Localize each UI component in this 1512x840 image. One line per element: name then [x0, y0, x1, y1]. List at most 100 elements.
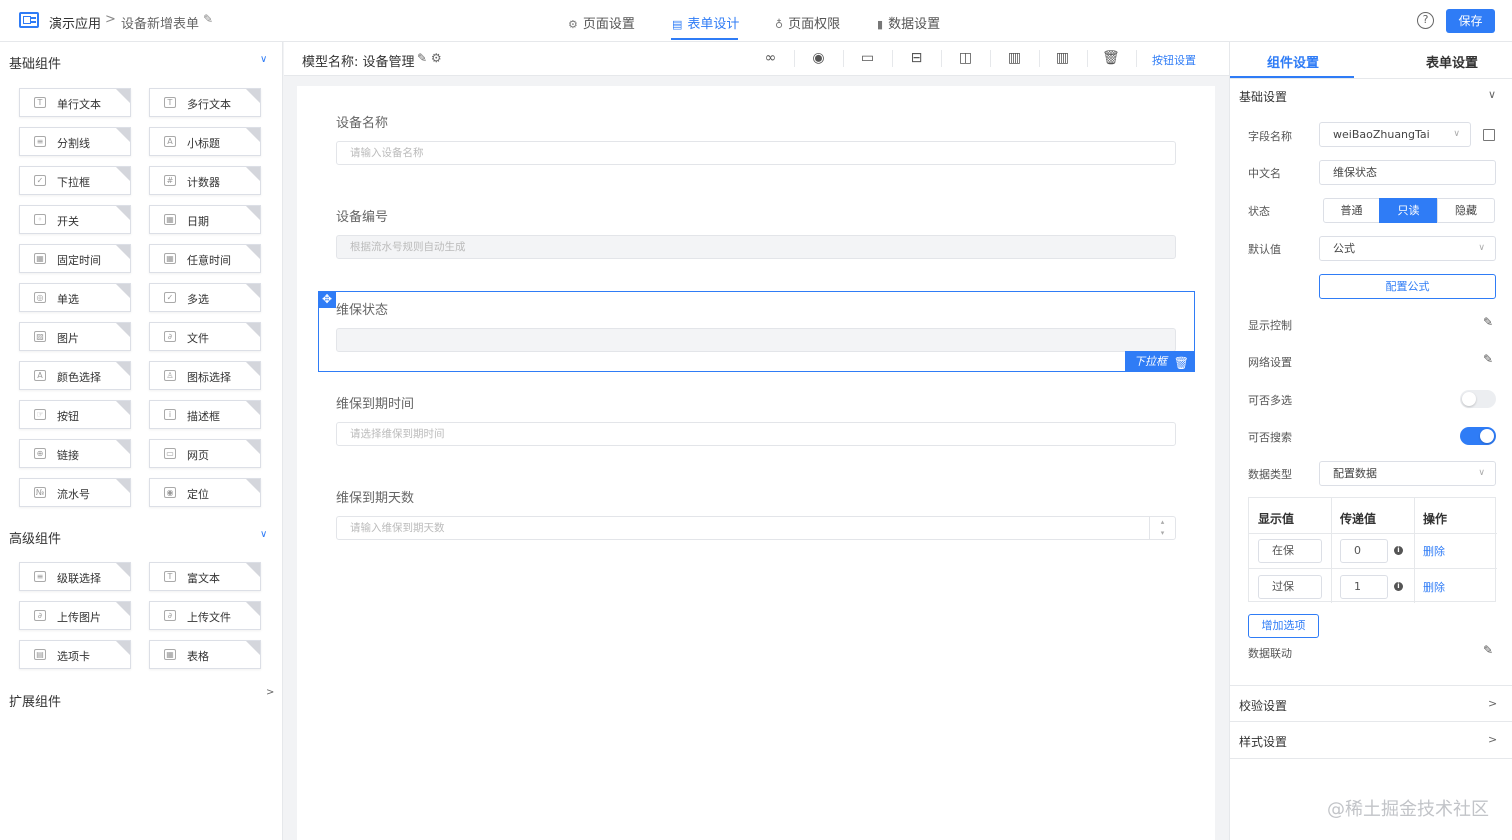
option-value-input[interactable]: 0 — [1340, 539, 1388, 563]
save-button[interactable]: 保存 — [1446, 9, 1495, 33]
device-code-input[interactable]: 根据流水号规则自动生成 — [336, 235, 1176, 259]
configure-formula-button[interactable]: 配置公式 — [1319, 274, 1496, 299]
palette-item[interactable]: ♙ 图标选择 — [149, 361, 261, 390]
palette-item[interactable]: T 单行文本 — [19, 88, 131, 117]
palette-item[interactable]: ≡ 级联选择 — [19, 562, 131, 591]
section-style[interactable]: 样式设置 — [1239, 733, 1287, 750]
maintenance-status-select[interactable] — [336, 328, 1176, 352]
palette-item[interactable]: ∂ 文件 — [149, 322, 261, 351]
multi-select-toggle[interactable] — [1460, 390, 1496, 408]
chevron-right-icon[interactable]: > — [266, 687, 274, 698]
help-icon[interactable]: ? — [1417, 12, 1434, 29]
group-title-advanced[interactable]: 高级组件 — [9, 528, 61, 547]
display-control-label: 显示控制 — [1248, 319, 1292, 332]
link-icon[interactable]: ∞ — [762, 50, 779, 66]
chevron-down-icon[interactable]: ∨ — [1488, 88, 1496, 101]
delete-option-link[interactable]: 删除 — [1423, 543, 1445, 559]
eye-icon[interactable]: ◉ — [810, 50, 827, 66]
chevron-down-icon[interactable]: ∨ — [260, 54, 267, 65]
palette-item[interactable]: ▨ 图片 — [19, 322, 131, 351]
add-option-button[interactable]: 增加选项 — [1248, 614, 1319, 638]
palette-item[interactable]: ▦ 任意时间 — [149, 244, 261, 273]
tab-page-permissions[interactable]: ♁ 页面权限 — [775, 13, 840, 32]
option-display-input[interactable]: 过保 — [1258, 575, 1322, 599]
group-title-extension[interactable]: 扩展组件 — [9, 691, 61, 710]
section-validation[interactable]: 校验设置 — [1239, 697, 1287, 714]
palette-item[interactable]: ☞ 按钮 — [19, 400, 131, 429]
component-icon: ♙ — [164, 370, 176, 381]
state-option-readonly[interactable]: 只读 — [1379, 198, 1438, 223]
tab-page-settings[interactable]: ⚙ 页面设置 — [568, 13, 635, 32]
four-columns-icon[interactable]: ▥ — [1054, 50, 1071, 66]
palette-item[interactable]: ◎ 单选 — [19, 283, 131, 312]
palette-item[interactable]: ⊕ 链接 — [19, 439, 131, 468]
component-icon: i — [164, 409, 176, 420]
section-basic-settings[interactable]: 基础设置 — [1239, 88, 1287, 105]
state-option-normal[interactable]: 普通 — [1323, 198, 1380, 223]
device-name-input[interactable]: 请输入设备名称 — [336, 141, 1176, 165]
palette-item[interactable]: ✓ 多选 — [149, 283, 261, 312]
palette-item[interactable]: ∂ 上传图片 — [19, 601, 131, 630]
state-option-hidden[interactable]: 隐藏 — [1437, 198, 1495, 223]
single-column-icon[interactable]: ▭ — [859, 50, 876, 66]
tab-form-design[interactable]: ▤ 表单设计 — [672, 13, 739, 32]
field-label: 设备名称 — [336, 116, 389, 131]
option-display-input[interactable]: 在保 — [1258, 539, 1322, 563]
two-columns-icon[interactable]: ◫ — [957, 50, 974, 66]
placeholder-text: 请输入维保到期天数 — [350, 522, 445, 534]
breadcrumb-app[interactable]: 演示应用 — [49, 13, 101, 32]
chinese-name-input[interactable]: 维保状态 — [1319, 160, 1496, 185]
palette-item[interactable]: T 富文本 — [149, 562, 261, 591]
palette-item[interactable]: # 计数器 — [149, 166, 261, 195]
palette-item[interactable]: ✓ 下拉框 — [19, 166, 131, 195]
palette-item[interactable]: i 描述框 — [149, 400, 261, 429]
component-icon: ◉ — [164, 487, 176, 498]
chevron-down-icon[interactable]: ∨ — [260, 529, 267, 540]
edit-icon[interactable]: ✎ — [1483, 352, 1493, 366]
searchable-toggle[interactable] — [1460, 427, 1496, 445]
palette-item[interactable]: ◦ 开关 — [19, 205, 131, 234]
maintenance-days-input[interactable]: 请输入维保到期天数 ▴ ▾ — [336, 516, 1176, 540]
selected-field-maintenance-status[interactable]: ✥ 维保状态 下拉框 🗑 — [318, 291, 1195, 372]
chevron-right-icon[interactable]: > — [1488, 697, 1497, 710]
option-value-input[interactable]: 1 — [1340, 575, 1388, 599]
tab-form-settings[interactable]: 表单设置 — [1426, 52, 1478, 71]
tab-component-settings[interactable]: 组件设置 — [1267, 52, 1319, 71]
group-title-basic[interactable]: 基础组件 — [9, 53, 61, 72]
data-type-select[interactable]: 配置数据 ∨ — [1319, 461, 1496, 486]
palette-item[interactable]: ▤ 选项卡 — [19, 640, 131, 669]
model-edit-icons[interactable]: ✎ ⚙ — [417, 51, 442, 65]
palette-item[interactable]: A 小标题 — [149, 127, 261, 156]
palette-item[interactable]: ◉ 定位 — [149, 478, 261, 507]
copy-icon[interactable] — [1483, 129, 1495, 141]
field-name-select[interactable]: weiBaoZhuangTai ∨ — [1319, 122, 1471, 147]
palette-item[interactable]: ▦ 固定时间 — [19, 244, 131, 273]
palette-item[interactable]: ▭ 网页 — [149, 439, 261, 468]
palette-item[interactable]: ▦ 表格 — [149, 640, 261, 669]
edit-title-icon[interactable]: ✎ — [203, 12, 213, 26]
delete-option-link[interactable]: 删除 — [1423, 579, 1445, 595]
palette-item[interactable]: № 流水号 — [19, 478, 131, 507]
tab-data-settings[interactable]: ▮ 数据设置 — [877, 13, 940, 32]
edit-icon[interactable]: ✎ — [1483, 315, 1493, 329]
delete-field-icon[interactable]: 🗑 — [1174, 353, 1189, 374]
maintenance-expiry-date-input[interactable]: 请选择维保到期时间 — [336, 422, 1176, 446]
three-columns-icon[interactable]: ▥ — [1006, 50, 1023, 66]
palette-item-label: 单选 — [57, 293, 79, 306]
drag-handle-icon[interactable]: ✥ — [318, 291, 336, 308]
drag-corner-icon — [246, 401, 260, 415]
default-value-select[interactable]: 公式 ∨ — [1319, 236, 1496, 261]
palette-item[interactable]: ∂ 上传文件 — [149, 601, 261, 630]
split-rows-icon[interactable]: ⊟ — [908, 50, 925, 66]
canvas-toolbar: 模型名称: 设备管理 ✎ ⚙ ∞ ◉ ▭ ⊟ ◫ ▥ ▥ 🗑 按钮设置 — [284, 42, 1229, 76]
trash-icon[interactable]: 🗑 — [1102, 50, 1120, 66]
palette-item[interactable]: ▦ 日期 — [149, 205, 261, 234]
tab-label: 表单设计 — [687, 17, 740, 32]
edit-icon[interactable]: ✎ — [1483, 643, 1493, 657]
button-settings-link[interactable]: 按钮设置 — [1152, 52, 1196, 68]
palette-item[interactable]: ≡ 分割线 — [19, 127, 131, 156]
chevron-right-icon[interactable]: > — [1488, 733, 1497, 746]
number-stepper-icon[interactable]: ▴ ▾ — [1149, 517, 1175, 539]
palette-item[interactable]: T 多行文本 — [149, 88, 261, 117]
palette-item[interactable]: A 颜色选择 — [19, 361, 131, 390]
